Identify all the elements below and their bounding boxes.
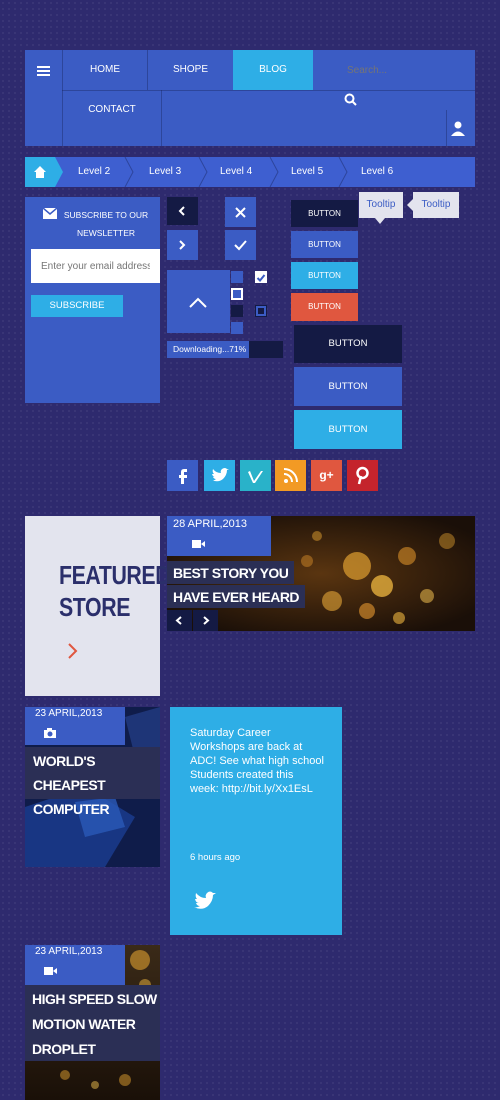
tooltip-left: Tooltip xyxy=(413,192,459,218)
check-icon xyxy=(256,274,266,282)
story-next[interactable] xyxy=(193,610,218,631)
featured-title-line1: FEATURED xyxy=(59,560,171,590)
video-icon xyxy=(44,967,57,975)
story-date-box: 28 APRIL,2013 xyxy=(167,516,271,556)
chevron-up-icon xyxy=(189,297,207,308)
chevron-right-icon xyxy=(203,616,210,625)
facebook-icon[interactable] xyxy=(167,460,198,491)
water-title-line3: DROPLET xyxy=(32,1041,96,1057)
rss-icon[interactable] xyxy=(275,460,306,491)
scroll-up-button[interactable] xyxy=(167,270,230,333)
featured-title-line2: STORE xyxy=(59,592,131,622)
checkbox[interactable] xyxy=(255,305,267,317)
checkbox[interactable] xyxy=(231,322,243,334)
breadcrumb: Level 2 Level 3 Level 4 Level 5 Level 6 xyxy=(25,157,475,187)
twitter-icon[interactable] xyxy=(192,889,220,913)
pinterest-icon[interactable] xyxy=(347,460,378,491)
subscribe-button[interactable]: SUBSCRIBE xyxy=(31,295,123,317)
search-input[interactable] xyxy=(315,59,455,81)
button-red-small[interactable]: BUTTON xyxy=(291,293,358,321)
check-icon xyxy=(234,240,247,251)
story-prev[interactable] xyxy=(167,610,192,631)
camera-icon xyxy=(44,728,56,738)
breadcrumb-home[interactable] xyxy=(25,157,55,187)
close-icon xyxy=(235,207,246,218)
menu-icon xyxy=(37,66,50,76)
story-title-line2: HAVE EVER HEARD xyxy=(167,585,306,608)
menu-button[interactable] xyxy=(25,50,62,90)
computer-title-line1: WORLD'S CHEAPEST xyxy=(33,753,106,793)
water-date: 23 APRIL,2013 xyxy=(35,946,103,957)
story-date: 28 APRIL,2013 xyxy=(173,518,248,530)
subscribe-title: SUBSCRIBE TO OUR NEWSLETTER xyxy=(63,210,149,238)
button-blue-large[interactable]: BUTTON xyxy=(294,367,402,406)
breadcrumb-level[interactable]: Level 5 xyxy=(291,157,323,187)
computer-title: WORLD'S CHEAPEST COMPUTER xyxy=(25,747,160,817)
nav-contact[interactable]: CONTACT xyxy=(63,90,161,130)
button-cyan-large[interactable]: BUTTON xyxy=(294,410,402,449)
computer-date-box: 23 APRIL,2013 xyxy=(25,707,125,745)
vimeo-icon[interactable] xyxy=(240,460,271,491)
breadcrumb-level[interactable]: Level 2 xyxy=(78,157,110,187)
prev-button[interactable] xyxy=(167,197,198,225)
tweet-time: 6 hours ago xyxy=(190,852,241,863)
checkbox[interactable] xyxy=(231,288,243,300)
computer-date: 23 APRIL,2013 xyxy=(35,708,103,719)
tooltip-arrow xyxy=(375,218,385,224)
computer-title-line2: COMPUTER xyxy=(33,801,110,817)
chevron-right-icon xyxy=(68,643,78,659)
progress-bar: Downloading...71% xyxy=(167,341,283,358)
computer-card[interactable]: 23 APRIL,2013 WORLD'S CHEAPEST COMPUTER xyxy=(25,707,160,867)
google-plus-icon[interactable]: g+ xyxy=(311,460,342,491)
breadcrumb-level[interactable]: Level 3 xyxy=(149,157,181,187)
story-title-line1: BEST STORY YOU xyxy=(167,561,295,584)
envelope-icon xyxy=(43,208,57,219)
email-field[interactable] xyxy=(31,249,160,283)
water-date-box: 23 APRIL,2013 xyxy=(25,945,125,985)
checkbox[interactable] xyxy=(231,305,243,317)
nav-blog[interactable]: BLOG xyxy=(233,50,313,90)
nav-home[interactable]: HOME xyxy=(63,50,147,90)
breadcrumb-level[interactable]: Level 6 xyxy=(361,157,393,187)
nav-shope[interactable]: SHOPE xyxy=(148,50,233,90)
water-title: HIGH SPEED SLOW MOTION WATER DROPLET xyxy=(25,985,160,1061)
button-blue-small[interactable]: BUTTON xyxy=(291,231,358,258)
water-title-line2: MOTION WATER xyxy=(32,1016,136,1032)
button-dark-small[interactable]: BUTTON xyxy=(291,200,358,227)
chevron-left-icon xyxy=(175,616,182,625)
video-icon xyxy=(192,540,205,548)
tweet-text: Saturday Career Workshops are back at AD… xyxy=(190,727,324,795)
water-title-line1: HIGH SPEED SLOW xyxy=(32,991,157,1007)
close-button[interactable] xyxy=(225,197,256,227)
breadcrumb-level[interactable]: Level 4 xyxy=(220,157,252,187)
button-dark-large[interactable]: BUTTON xyxy=(294,325,402,363)
main-nav: HOME SHOPE BLOG CONTACT xyxy=(25,50,475,146)
twitter-icon[interactable] xyxy=(204,460,235,491)
check-button[interactable] xyxy=(225,230,256,260)
user-button[interactable] xyxy=(447,112,475,146)
search-button[interactable] xyxy=(343,92,359,108)
chevron-left-icon xyxy=(178,206,185,216)
subscribe-panel: SUBSCRIBE TO OUR NEWSLETTER SUBSCRIBE xyxy=(25,197,160,403)
tweet-card: Saturday Career Workshops are back at AD… xyxy=(170,707,342,935)
home-icon xyxy=(34,166,46,178)
next-button[interactable] xyxy=(167,230,198,260)
button-cyan-small[interactable]: BUTTON xyxy=(291,262,358,289)
search-icon xyxy=(344,93,357,106)
checkbox[interactable] xyxy=(231,271,243,283)
water-card[interactable]: 23 APRIL,2013 HIGH SPEED SLOW MOTION WAT… xyxy=(25,945,160,1100)
story-card[interactable]: 28 APRIL,2013 BEST STORY YOU HAVE EVER H… xyxy=(167,516,475,631)
featured-store-card[interactable]: FEATURED STORE xyxy=(25,516,171,696)
tooltip-bottom: Tooltip xyxy=(359,192,403,218)
chevron-right-icon xyxy=(179,240,186,250)
user-icon xyxy=(451,121,465,136)
checkbox-checked[interactable] xyxy=(255,271,267,283)
progress-label: Downloading...71% xyxy=(173,344,247,354)
